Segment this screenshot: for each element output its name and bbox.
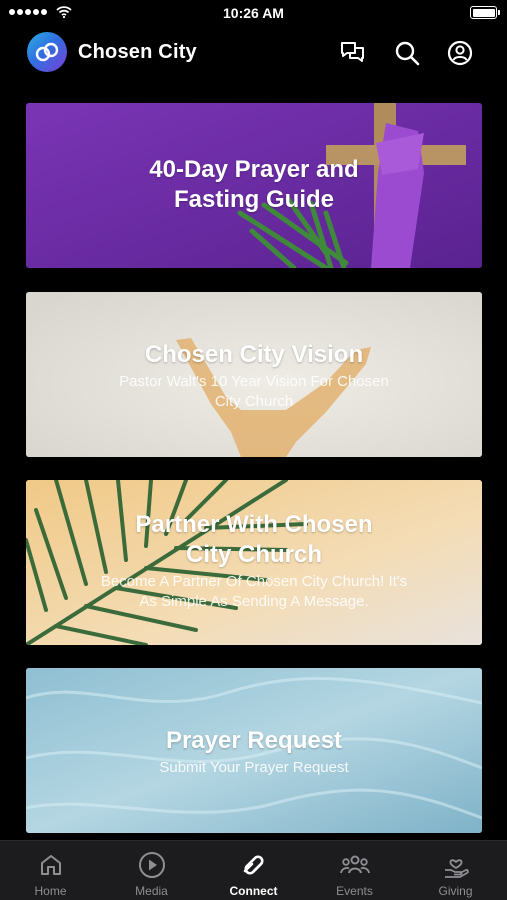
tab-giving[interactable]: Giving bbox=[405, 841, 506, 900]
tab-label: Media bbox=[135, 884, 168, 898]
card-prayer-request[interactable]: Prayer Request Submit Your Prayer Reques… bbox=[26, 668, 482, 833]
app-title: Chosen City bbox=[78, 41, 197, 63]
card-subtitle: Pastor Walt's 10 Year Vision For Chosen bbox=[119, 373, 389, 390]
tab-home[interactable]: Home bbox=[0, 841, 101, 900]
card-subtitle: As Simple As Sending A Message. bbox=[139, 593, 369, 610]
card-subtitle: Become A Partner Of Chosen City Church! … bbox=[100, 573, 408, 590]
tab-media[interactable]: Media bbox=[101, 841, 202, 900]
tab-events[interactable]: Events bbox=[304, 841, 405, 900]
card-prayer-fasting-guide[interactable]: 40-Day Prayer and Fasting Guide bbox=[26, 103, 482, 268]
tab-label: Events bbox=[336, 884, 373, 898]
app-logo[interactable] bbox=[27, 32, 67, 72]
logo-icon bbox=[35, 42, 59, 62]
messages-icon[interactable] bbox=[339, 39, 367, 67]
card-text: 40-Day Prayer and Fasting Guide bbox=[26, 155, 482, 215]
search-icon[interactable] bbox=[393, 39, 421, 67]
card-text: Chosen City Vision Pastor Walt's 10 Year… bbox=[26, 340, 482, 412]
status-bar: 10:26 AM bbox=[0, 0, 507, 26]
card-title: Partner With Chosen bbox=[135, 511, 373, 538]
tab-bar: Home Media Connect Events Giving bbox=[0, 840, 507, 900]
card-title: Prayer Request bbox=[165, 727, 343, 754]
account-icon[interactable] bbox=[446, 39, 474, 67]
connect-icon bbox=[243, 855, 264, 875]
card-title: City Church bbox=[185, 541, 322, 568]
card-title: Chosen City Vision bbox=[144, 341, 364, 368]
play-icon bbox=[138, 852, 165, 878]
card-title: Fasting Guide bbox=[173, 186, 334, 213]
card-text: Partner With Chosen City Church Become A… bbox=[26, 510, 482, 612]
card-subtitle: City Church bbox=[214, 393, 294, 410]
card-text: Prayer Request Submit Your Prayer Reques… bbox=[26, 726, 482, 778]
card-chosen-city-vision[interactable]: Chosen City Vision Pastor Walt's 10 Year… bbox=[26, 292, 482, 457]
home-icon bbox=[40, 855, 61, 875]
tab-connect[interactable]: Connect bbox=[203, 841, 304, 900]
people-icon bbox=[339, 855, 370, 874]
tab-label: Connect bbox=[229, 884, 278, 898]
status-time: 10:26 AM bbox=[223, 5, 284, 21]
tab-label: Giving bbox=[438, 884, 473, 898]
giving-icon bbox=[444, 859, 469, 878]
app-header: Chosen City bbox=[0, 30, 507, 76]
tab-label: Home bbox=[34, 884, 67, 898]
card-subtitle: Submit Your Prayer Request bbox=[159, 759, 349, 776]
card-partner-with-chosen-city[interactable]: Partner With Chosen City Church Become A… bbox=[26, 480, 482, 645]
card-title: 40-Day Prayer and bbox=[149, 156, 359, 183]
battery-icon bbox=[470, 6, 500, 19]
